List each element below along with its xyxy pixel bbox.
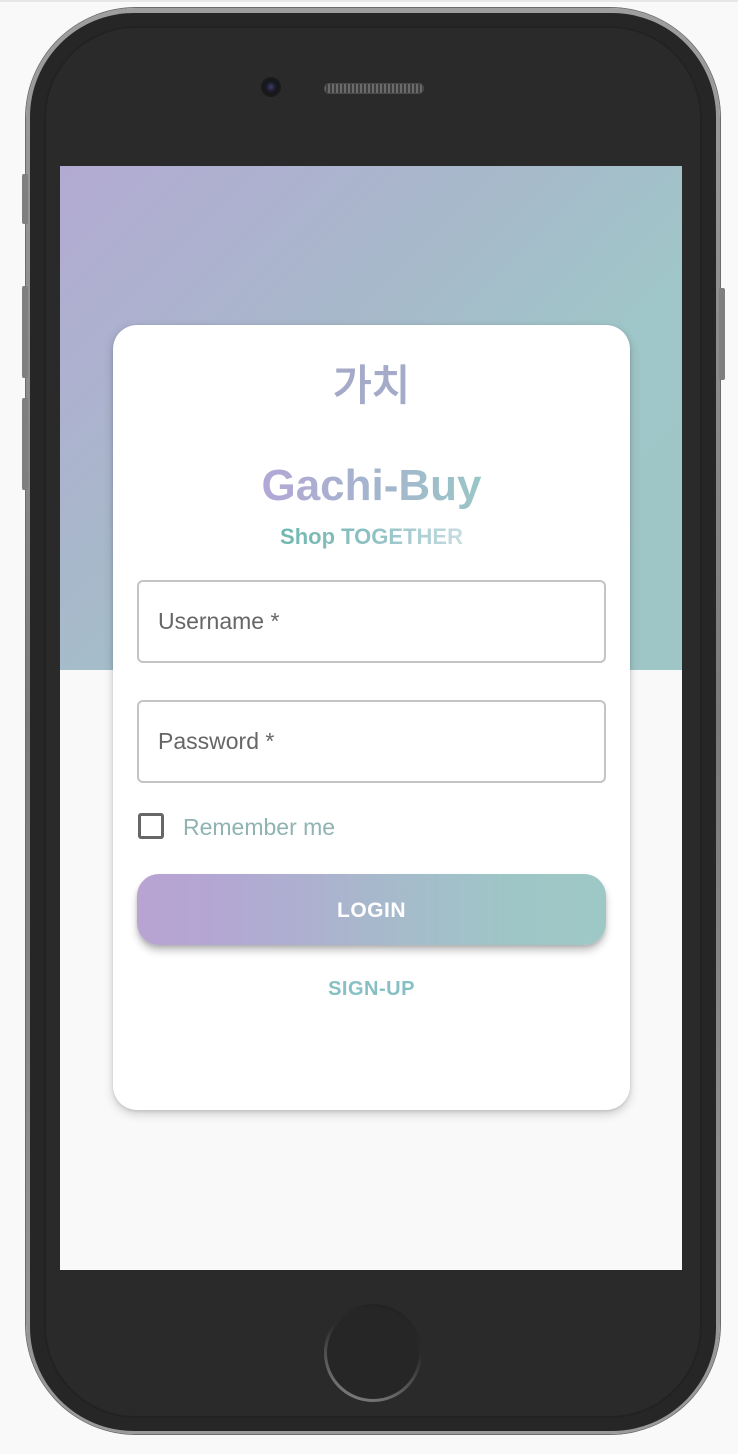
tagline-text: Shop TOGETHER — [280, 524, 463, 549]
tagline-part-shop: Shop — [280, 524, 342, 549]
login-button[interactable]: LOGIN — [137, 874, 606, 945]
password-field[interactable]: Password * — [137, 700, 606, 783]
app-title: Gachi-Buy — [113, 461, 630, 511]
mute-switch — [22, 174, 28, 224]
username-field[interactable]: Username * — [137, 580, 606, 663]
korean-logo: 가치 — [332, 361, 411, 410]
phone-screen: 가치 Gachi-Buy Shop TOGETHER Username * Pa… — [60, 166, 682, 1270]
tagline: Shop TOGETHER — [113, 523, 630, 551]
power-button — [719, 288, 725, 380]
username-input[interactable] — [139, 582, 604, 661]
signup-button[interactable]: SIGN-UP — [113, 975, 630, 1003]
camera-icon — [263, 79, 279, 95]
remember-me-label[interactable]: Remember me — [183, 813, 335, 841]
password-input[interactable] — [139, 702, 604, 781]
top-divider — [0, 0, 738, 2]
tagline-part-together: TOGETHER — [341, 524, 463, 549]
login-card: 가치 Gachi-Buy Shop TOGETHER Username * Pa… — [113, 325, 630, 1110]
app-title-text: Gachi-Buy — [261, 461, 482, 510]
speaker-grille — [324, 83, 424, 94]
home-button-icon[interactable] — [324, 1304, 422, 1402]
checkbox-unchecked-icon[interactable] — [138, 813, 164, 839]
volume-up-button — [22, 286, 28, 378]
volume-down-button — [22, 398, 28, 490]
